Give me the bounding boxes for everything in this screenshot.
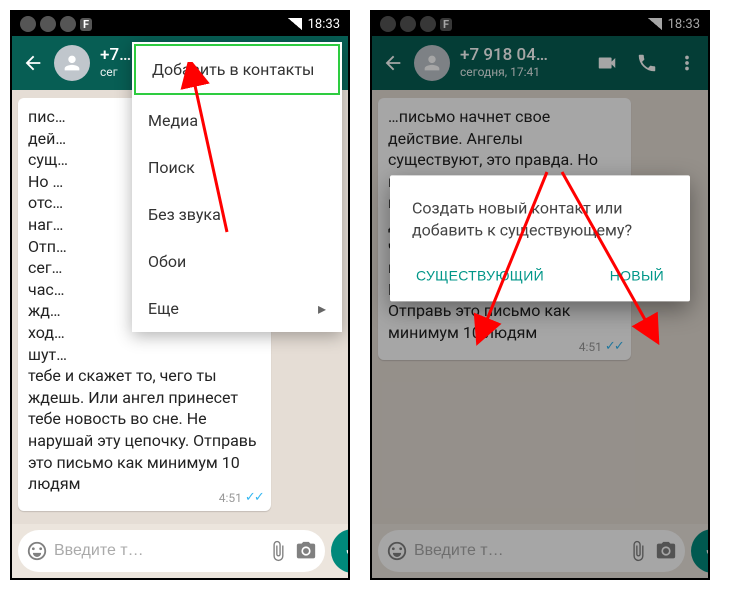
dialog-message: Создать новый контакт или добавить к сущ…	[412, 198, 668, 241]
menu-add-to-contacts[interactable]: Добавить в контакты	[134, 44, 340, 95]
dialog-existing-button[interactable]: СУЩЕСТВУЮЩИЙ	[412, 259, 548, 291]
status-app-icon	[20, 16, 36, 32]
message-input[interactable]	[54, 542, 261, 560]
dialog-new-button[interactable]: НОВЫЙ	[606, 259, 668, 291]
menu-more[interactable]: Еще ▸	[132, 285, 342, 332]
back-arrow-icon[interactable]	[22, 52, 44, 74]
input-row	[12, 524, 348, 578]
camera-icon[interactable]	[295, 540, 317, 562]
menu-search[interactable]: Поиск	[132, 144, 342, 191]
status-app-icon	[60, 16, 76, 32]
status-time: 18:33	[308, 17, 340, 32]
emoji-icon[interactable]	[26, 540, 48, 562]
chevron-right-icon: ▸	[318, 299, 326, 318]
add-contact-dialog: Создать новый контакт или добавить к сущ…	[390, 176, 690, 301]
menu-mute[interactable]: Без звука	[132, 191, 342, 238]
status-bar: F 18:33	[12, 12, 348, 36]
message-input-box[interactable]	[18, 530, 325, 572]
phone-right: F 18:33 +7 918 04… сегодня, 17:41	[370, 10, 710, 580]
phone-left: F 18:33 +7… сег пис… дей… сущ… Но … отс……	[10, 10, 350, 580]
read-ticks-icon: ✓✓	[245, 489, 263, 507]
menu-media[interactable]: Медиа	[132, 97, 342, 144]
mic-button[interactable]	[331, 529, 350, 573]
attach-icon[interactable]	[267, 540, 289, 562]
status-f-icon: F	[80, 18, 92, 31]
menu-wallpaper[interactable]: Обои	[132, 238, 342, 285]
message-time: 4:51	[219, 490, 242, 506]
status-app-icon	[40, 16, 56, 32]
signal-icon	[288, 18, 302, 30]
avatar[interactable]	[54, 45, 90, 81]
menu-more-label: Еще	[148, 299, 179, 318]
overflow-menu: Добавить в контакты Медиа Поиск Без звук…	[132, 42, 342, 332]
